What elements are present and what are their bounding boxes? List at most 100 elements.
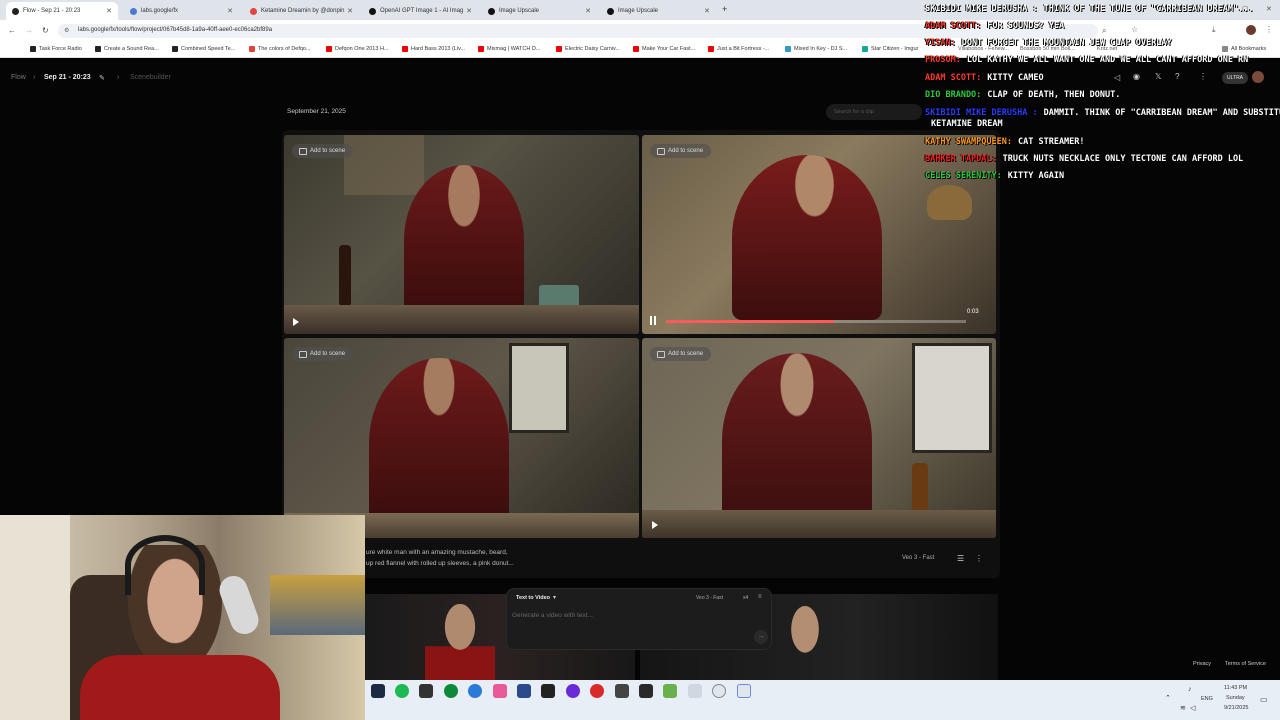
discord-icon[interactable]: ◉ bbox=[1133, 72, 1140, 81]
zoom-icon[interactable]: ⌕ bbox=[1102, 26, 1106, 36]
video-progress-track[interactable] bbox=[666, 320, 966, 323]
privacy-link[interactable]: Privacy bbox=[1193, 661, 1211, 667]
chat-text: Clap of Death, then Donut. bbox=[987, 90, 1121, 100]
video-tile-3[interactable]: Add to scene bbox=[284, 338, 639, 538]
back-icon[interactable]: ← bbox=[8, 26, 16, 35]
menu-kebab-icon[interactable]: ⋮ bbox=[1199, 72, 1207, 81]
clock-time[interactable]: 11:43 PM bbox=[1224, 685, 1247, 691]
close-icon[interactable]: ✕ bbox=[106, 7, 112, 15]
add-to-scene-button[interactable]: Add to scene bbox=[650, 144, 712, 158]
bookmark-item[interactable]: Electric Daisy Carniv... bbox=[556, 46, 620, 52]
man-figure bbox=[425, 604, 495, 680]
prompt-input[interactable]: Generate a video with text... bbox=[512, 612, 593, 619]
terms-link[interactable]: Terms of Service bbox=[1225, 661, 1266, 667]
bookmark-item[interactable]: Mixmag | WATCH D... bbox=[478, 46, 540, 52]
play-icon[interactable] bbox=[652, 521, 658, 529]
settings-sliders-icon[interactable]: ≡ bbox=[758, 594, 762, 600]
close-window-icon[interactable]: ✕ bbox=[1266, 5, 1272, 13]
bookmark-item[interactable]: Create a Sound Rea... bbox=[95, 46, 159, 52]
download-icon[interactable]: ⤓ bbox=[1212, 25, 1216, 35]
forward-icon[interactable]: → bbox=[25, 26, 33, 35]
play-icon[interactable] bbox=[293, 318, 299, 326]
close-icon[interactable]: ✕ bbox=[347, 7, 353, 15]
app-icon[interactable] bbox=[566, 684, 580, 698]
wifi-icon[interactable]: ≋ bbox=[1180, 704, 1186, 712]
menu-kebab-icon[interactable]: ⋮ bbox=[1265, 25, 1273, 34]
tab-ketamine[interactable]: Ketamine Dreamin by @donpin ✕ bbox=[244, 2, 359, 20]
project-title[interactable]: Sep 21 - 20:23 bbox=[44, 74, 91, 81]
tab-flow[interactable]: Flow - Sep 21 - 20:23 ✕ bbox=[6, 2, 118, 20]
app-icon[interactable] bbox=[590, 684, 604, 698]
app-icon[interactable] bbox=[663, 684, 677, 698]
video-tile-1[interactable]: Add to scene bbox=[284, 135, 639, 334]
reload-icon[interactable]: ↻ bbox=[42, 26, 49, 35]
pause-icon[interactable] bbox=[650, 316, 656, 325]
app-icon[interactable] bbox=[419, 684, 433, 698]
spotify-icon[interactable] bbox=[395, 684, 409, 698]
speaker-icon[interactable]: ◁ bbox=[1190, 704, 1195, 712]
send-arrow-icon[interactable]: → bbox=[754, 630, 768, 644]
bookmark-item[interactable]: Hard Bass 2013 (Liv... bbox=[402, 46, 465, 52]
bookmark-item[interactable]: Star Citizen - Imgur bbox=[862, 46, 918, 52]
settings-gear-icon[interactable] bbox=[712, 684, 726, 698]
bookmark-item[interactable]: The colors of Defqo... bbox=[249, 46, 311, 52]
video-tile-4[interactable]: Add to scene bbox=[642, 338, 996, 538]
bookmark-item[interactable]: Defqon One 2013 H... bbox=[326, 46, 389, 52]
bookmark-item[interactable]: Combined Speed Te... bbox=[172, 46, 235, 52]
app-icon[interactable] bbox=[615, 684, 629, 698]
bookmark-item[interactable]: Just a Bit Fortress -... bbox=[708, 46, 769, 52]
table-shape bbox=[284, 305, 639, 334]
close-icon[interactable]: ✕ bbox=[466, 7, 472, 15]
star-icon[interactable]: ☆ bbox=[1131, 25, 1138, 34]
all-bookmarks[interactable]: All Bookmarks bbox=[1222, 46, 1266, 52]
breadcrumb-scenebuilder[interactable]: Scenebuilder bbox=[130, 74, 171, 81]
clock-day[interactable]: Sunday bbox=[1226, 695, 1245, 701]
mode-dropdown[interactable]: Text to Video bbox=[516, 595, 550, 601]
app-icon[interactable] bbox=[468, 684, 482, 698]
notifications-icon[interactable]: ▭ bbox=[1260, 695, 1268, 704]
app-icon[interactable] bbox=[517, 684, 531, 698]
composer-model[interactable]: Veo 3 - Fast bbox=[696, 595, 723, 601]
app-icon[interactable] bbox=[688, 684, 702, 698]
x-logo-icon[interactable]: 𝕏 bbox=[1155, 72, 1161, 81]
close-icon[interactable]: ✕ bbox=[585, 7, 591, 15]
steam-icon[interactable] bbox=[371, 684, 385, 698]
tab-upscale-2[interactable]: Image Upscale ✕ bbox=[601, 2, 716, 20]
site-info-icon[interactable]: ⚙ bbox=[64, 27, 69, 34]
app-icon[interactable] bbox=[737, 684, 751, 698]
breadcrumb-flow[interactable]: Flow bbox=[11, 74, 26, 81]
user-avatar[interactable] bbox=[1252, 71, 1264, 83]
bookmark-item[interactable]: Mixed In Key - DJ S... bbox=[785, 46, 847, 52]
edit-pencil-icon[interactable]: ✎ bbox=[99, 74, 105, 82]
add-to-scene-button[interactable]: Add to scene bbox=[292, 347, 354, 361]
chrome-green-icon[interactable] bbox=[444, 684, 458, 698]
chat-username: Frosom: bbox=[925, 55, 961, 65]
app-icon[interactable] bbox=[639, 684, 653, 698]
output-count[interactable]: x4 bbox=[743, 595, 748, 601]
clip-search-input[interactable]: Search for a clip bbox=[826, 104, 922, 120]
chevron-up-icon[interactable]: ⌃ bbox=[1165, 694, 1171, 702]
app-icon[interactable] bbox=[541, 684, 555, 698]
help-icon[interactable]: ? bbox=[1175, 72, 1179, 81]
volume-icon[interactable]: ◁ bbox=[1114, 73, 1120, 82]
wall-painting-shape bbox=[270, 575, 365, 635]
add-to-scene-button[interactable]: Add to scene bbox=[292, 144, 354, 158]
bookmark-item[interactable]: Make Your Car Fast... bbox=[633, 46, 695, 52]
close-icon[interactable]: ✕ bbox=[704, 7, 710, 15]
mic-tray-icon[interactable]: ♪ bbox=[1188, 686, 1192, 693]
video-tile-2[interactable]: Add to scene 0:03 bbox=[642, 135, 996, 334]
app-icon[interactable] bbox=[493, 684, 507, 698]
close-icon[interactable]: ✕ bbox=[227, 7, 233, 15]
language-indicator[interactable]: ENG bbox=[1201, 696, 1213, 702]
profile-avatar[interactable] bbox=[1246, 25, 1256, 35]
clock-date[interactable]: 9/21/2025 bbox=[1224, 705, 1248, 711]
new-tab-button[interactable]: + bbox=[722, 4, 727, 14]
menu-kebab-icon[interactable]: ⋮ bbox=[975, 554, 983, 563]
add-to-scene-button[interactable]: Add to scene bbox=[650, 347, 712, 361]
bookmark-item[interactable]: Task Force Radio bbox=[30, 46, 82, 52]
tab-openai[interactable]: OpenAI GPT Image 1 - AI Imag ✕ bbox=[363, 2, 478, 20]
tab-labs[interactable]: labs.google/fx ✕ bbox=[124, 2, 239, 20]
reuse-prompt-icon[interactable]: ☰ bbox=[957, 554, 964, 563]
tab-upscale-1[interactable]: Image Upscale ✕ bbox=[482, 2, 597, 20]
chat-text: cat streamer! bbox=[1018, 137, 1085, 147]
